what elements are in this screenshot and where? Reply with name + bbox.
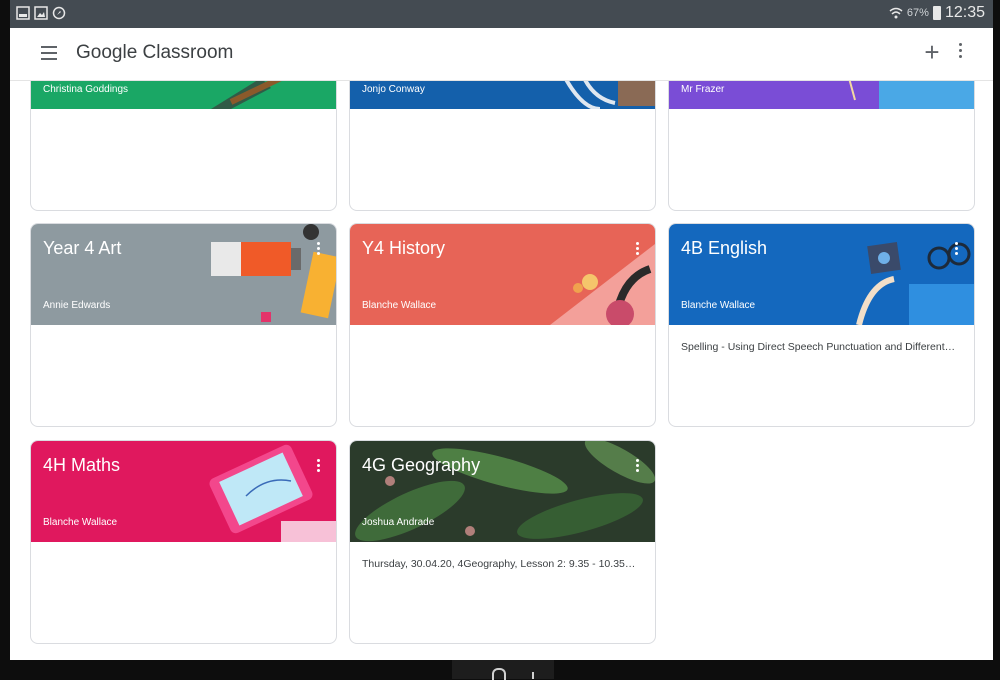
class-title: 4G Geography xyxy=(362,455,481,475)
device-screen: 67% 12:35 Google Classroom + Christina G… xyxy=(10,0,993,660)
app-bar: Google Classroom + xyxy=(10,28,993,81)
home-icon xyxy=(492,668,506,680)
status-icons-right: 67% 12:35 xyxy=(889,4,985,22)
class-teacher: Joshua Andrade xyxy=(362,517,435,528)
class-teacher: Jonjo Conway xyxy=(362,84,425,95)
class-banner: Jonjo Conway xyxy=(350,81,655,109)
class-card[interactable]: Mr Frazer xyxy=(668,81,975,211)
class-teacher: Mr Frazer xyxy=(681,84,725,95)
battery-icon xyxy=(932,6,941,20)
class-options-button[interactable] xyxy=(633,240,641,260)
class-teacher: Blanche Wallace xyxy=(43,517,118,528)
gallery-icon xyxy=(16,6,30,20)
class-title: Year 4 Art xyxy=(43,238,122,258)
options-dot xyxy=(635,469,639,472)
class-banner: Mr Frazer xyxy=(669,81,974,109)
options-dot xyxy=(316,242,320,245)
clock: 12:35 xyxy=(944,4,985,21)
add-class-button[interactable]: + xyxy=(918,38,946,66)
compass-icon xyxy=(52,6,66,20)
options-dot xyxy=(316,459,320,462)
options-dot xyxy=(316,469,320,472)
image-icon xyxy=(34,6,48,20)
class-options-button[interactable] xyxy=(633,457,641,477)
class-latest-post[interactable]: Spelling - Using Direct Speech Punctuati… xyxy=(681,341,955,353)
class-banner: Christina Goddings xyxy=(31,81,336,109)
menu-icon-line xyxy=(41,52,57,54)
class-banner: 4B English Blanche Wallace xyxy=(669,224,974,325)
class-card[interactable]: Y4 History Blanche Wallace xyxy=(349,223,656,427)
options-dot xyxy=(954,247,958,250)
class-teacher: Christina Goddings xyxy=(43,84,129,95)
class-title: 4H Maths xyxy=(43,455,121,475)
class-banner: 4H Maths Blanche Wallace xyxy=(31,441,336,542)
status-icons-left xyxy=(16,6,66,20)
options-dot xyxy=(954,242,958,245)
class-card[interactable]: Year 4 Art Annie Edwards xyxy=(30,223,337,427)
options-dot xyxy=(316,252,320,255)
more-dot xyxy=(958,55,962,58)
class-card[interactable]: Christina Goddings xyxy=(30,81,337,211)
app-title: Google Classroom xyxy=(76,42,234,63)
class-card[interactable]: 4G Geography Joshua Andrade Thursday, 30… xyxy=(349,440,656,644)
options-dot xyxy=(635,464,639,467)
class-banner: Y4 History Blanche Wallace xyxy=(350,224,655,325)
options-dot xyxy=(635,242,639,245)
options-dot xyxy=(635,247,639,250)
class-options-button[interactable] xyxy=(314,457,322,477)
class-banner: Year 4 Art Annie Edwards xyxy=(31,224,336,325)
more-dot xyxy=(958,43,962,46)
menu-icon-line xyxy=(41,46,57,48)
options-dot xyxy=(316,247,320,250)
class-card[interactable]: 4H Maths Blanche Wallace xyxy=(30,440,337,644)
wifi-icon xyxy=(889,7,903,19)
options-dot xyxy=(635,252,639,255)
status-bar: 67% 12:35 xyxy=(10,0,993,28)
options-dot xyxy=(635,459,639,462)
class-options-button[interactable] xyxy=(952,240,960,260)
class-teacher: Blanche Wallace xyxy=(362,300,437,311)
class-teacher: Annie Edwards xyxy=(43,300,111,311)
home-button[interactable] xyxy=(452,660,554,680)
menu-button[interactable] xyxy=(38,42,60,64)
nav-marker xyxy=(532,672,534,679)
options-dot xyxy=(316,464,320,467)
more-dot xyxy=(958,49,962,52)
menu-icon-line xyxy=(41,58,57,60)
class-banner: 4G Geography Joshua Andrade xyxy=(350,441,655,542)
more-options-button[interactable] xyxy=(954,40,966,64)
class-title: Y4 History xyxy=(362,238,446,258)
class-options-button[interactable] xyxy=(314,240,322,260)
class-grid: Christina Goddings Jonjo Conway Mr Fraze… xyxy=(10,81,993,660)
options-dot xyxy=(954,252,958,255)
battery-percent: 67% xyxy=(906,7,929,19)
class-teacher: Blanche Wallace xyxy=(681,300,756,311)
class-card[interactable]: 4B English Blanche Wallace Spelling - Us… xyxy=(668,223,975,427)
class-card[interactable]: Jonjo Conway xyxy=(349,81,656,211)
class-title: 4B English xyxy=(681,238,768,258)
class-latest-post[interactable]: Thursday, 30.04.20, 4Geography, Lesson 2… xyxy=(362,558,635,570)
